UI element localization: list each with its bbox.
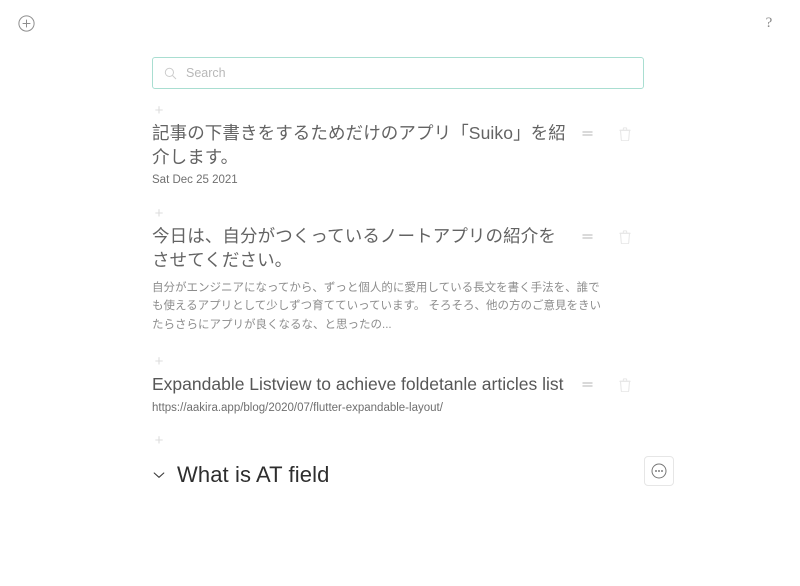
- delete-icon[interactable]: [602, 126, 648, 142]
- list-item[interactable]: 記事の下書きをするためだけのアプリ「Suiko」を紹介します。 Sat Dec …: [152, 121, 648, 188]
- add-entry-divider[interactable]: +: [152, 202, 648, 224]
- list-item-actions: [572, 224, 648, 245]
- more-options-icon: [651, 463, 667, 479]
- help-icon[interactable]: ?: [758, 11, 780, 35]
- search-icon: [164, 67, 177, 80]
- list-item-header: 今日は、自分がつくっているノートアプリの紹介をさせてください。: [152, 224, 648, 272]
- drag-handle-icon[interactable]: [572, 126, 602, 142]
- plus-icon: +: [154, 432, 164, 450]
- article-list: + 記事の下書きをするためだけのアプリ「Suiko」を紹介します。 Sat De…: [152, 99, 674, 498]
- drag-handle-icon[interactable]: [572, 229, 602, 245]
- list-item-header: 記事の下書きをするためだけのアプリ「Suiko」を紹介します。: [152, 121, 648, 169]
- list-item-actions: [572, 121, 648, 142]
- page-title[interactable]: What is AT field: [177, 462, 648, 488]
- add-circle-icon[interactable]: [14, 11, 38, 35]
- help-icon-glyph: ?: [765, 14, 773, 31]
- delete-icon[interactable]: [602, 229, 648, 245]
- list-item[interactable]: Expandable Listview to achieve foldetanl…: [152, 372, 648, 415]
- more-options-button[interactable]: [644, 455, 674, 486]
- list-item-title[interactable]: 記事の下書きをするためだけのアプリ「Suiko」を紹介します。: [152, 121, 572, 169]
- list-item-date: Sat Dec 25 2021: [152, 174, 238, 187]
- add-entry-divider[interactable]: +: [152, 430, 648, 452]
- plus-icon: +: [154, 101, 164, 119]
- delete-icon[interactable]: [602, 377, 648, 393]
- topbar: ?: [0, 0, 800, 48]
- list-item-excerpt: 自分がエンジニアになってから、ずっと個人的に愛用している長文を書く手法を、誰でも…: [152, 281, 602, 331]
- app-root: ? + 記事の下書きをするためだけのアプリ「Suiko」を紹介します。: [0, 0, 800, 586]
- add-entry-divider[interactable]: +: [152, 99, 648, 121]
- list-item-actions: [572, 372, 648, 393]
- chevron-down-icon[interactable]: [152, 468, 166, 482]
- list-item-title[interactable]: Expandable Listview to achieve foldetanl…: [152, 372, 572, 396]
- drag-handle-icon[interactable]: [572, 377, 602, 393]
- section-header: What is AT field: [152, 452, 674, 498]
- plus-icon: +: [154, 204, 164, 222]
- list-item-header: Expandable Listview to achieve foldetanl…: [152, 372, 648, 396]
- list-item-url[interactable]: https://aakira.app/blog/2020/07/flutter-…: [152, 402, 648, 414]
- list-item[interactable]: 今日は、自分がつくっているノートアプリの紹介をさせてください。 自分がエンジニア…: [152, 224, 648, 336]
- list-item-title[interactable]: 今日は、自分がつくっているノートアプリの紹介をさせてください。: [152, 224, 572, 272]
- search-bar[interactable]: [152, 57, 644, 89]
- add-entry-divider[interactable]: +: [152, 350, 648, 372]
- search-input[interactable]: [186, 66, 643, 80]
- plus-icon: +: [154, 352, 164, 370]
